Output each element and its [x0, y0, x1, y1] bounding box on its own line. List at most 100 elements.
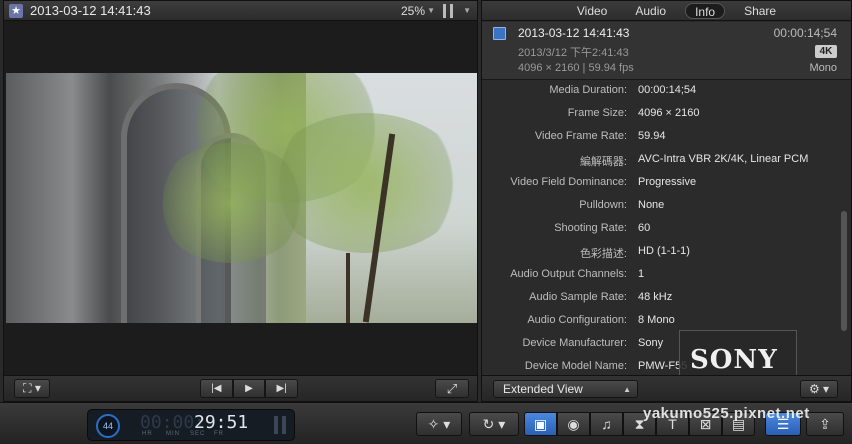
property-label: Audio Output Channels: [510, 268, 627, 280]
tab-share[interactable]: Share [735, 1, 785, 20]
property-row: Video Frame Rate: 59.94 [482, 130, 842, 146]
timecode-units: HR MIN SEC FR [142, 431, 238, 437]
chevron-down-icon[interactable]: ▼ [463, 6, 471, 15]
property-label: Pulldown: [579, 199, 627, 211]
photo-video-button[interactable]: ▣ [524, 412, 557, 436]
skip-back-icon: |◀ [211, 383, 222, 394]
transform-button[interactable]: ⛶ ▾ [14, 379, 50, 398]
property-label: Shooting Rate: [554, 222, 627, 234]
skip-forward-button[interactable]: ▶| [265, 379, 299, 398]
fullscreen-button[interactable]: ⤢ [435, 379, 469, 398]
timecode-digits: 29:51 [194, 412, 249, 433]
photos-button[interactable]: ◉ [557, 412, 590, 436]
summary-title: 2013-03-12 14:41:43 [518, 26, 630, 40]
property-row: Shooting Rate: 60 [482, 222, 842, 238]
retime-button[interactable]: ↻ ▾ [469, 412, 519, 436]
resolution-badge: 4K [815, 45, 837, 58]
property-value: 60 [638, 222, 651, 234]
share-icon: ⇪ [819, 416, 831, 432]
property-value: AVC-Intra VBR 2K/4K, Linear PCM [638, 153, 809, 165]
music-icon: ♫ [601, 416, 612, 432]
summary-date: 2013/3/12 下午2:41:43 [518, 47, 629, 59]
bottom-toolbar: 44 00:00: 29:51 HR MIN SEC FR ✧ ▾ ↻ ▾ ▣ ◉ ♫… [0, 402, 852, 444]
timecode-unit: HR [142, 431, 153, 437]
settings-button[interactable]: ⚙ ▾ [800, 380, 838, 398]
summary-audio: Mono [809, 62, 837, 74]
summary-duration: 00:00:14;54 [773, 26, 837, 40]
photo-video-icon: ▣ [533, 416, 548, 432]
tab-audio[interactable]: Audio [626, 1, 675, 20]
property-label: Frame Size: [567, 107, 627, 119]
property-value: 4096 × 2160 [638, 107, 700, 119]
music-button[interactable]: ♫ [590, 412, 623, 436]
property-value: None [638, 199, 665, 211]
property-value: Sony [638, 337, 664, 349]
property-row: Frame Size: 4096 × 2160 [482, 107, 842, 123]
property-value: 59.94 [638, 130, 666, 142]
transform-icon: ⛶ [23, 381, 32, 395]
chevron-down-icon[interactable]: ▼ [427, 6, 435, 15]
inspector-panel: Video Audio Info Share 2013-03-12 14:41:… [481, 0, 852, 410]
property-value: 8 Mono [638, 314, 675, 326]
property-label: Audio Configuration: [527, 314, 627, 326]
fullscreen-icon: ⤢ [446, 381, 458, 396]
property-row: Video Field Dominance: Progressive [482, 176, 842, 192]
timecode-unit: SEC [190, 431, 206, 437]
property-row: Audio Sample Rate: 48 kHz [482, 291, 842, 307]
property-label: Device Manufacturer: [522, 337, 627, 349]
view-options-icon[interactable] [443, 4, 453, 18]
metadata-view-select[interactable]: Extended View ▲▼ [493, 380, 638, 410]
property-value: 48 kHz [638, 291, 673, 303]
play-icon: ▶ [245, 383, 253, 394]
magic-wand-icon: ✧ [427, 416, 440, 432]
tab-info[interactable]: Info [685, 3, 726, 19]
metadata-view-label: Extended View [503, 382, 583, 396]
inspector-tabs: Video Audio Info Share [482, 1, 851, 21]
share-button[interactable]: ⇪ [806, 412, 844, 436]
camera-icon: ◉ [567, 416, 580, 432]
enhancements-button[interactable]: ✧ ▾ [416, 412, 462, 436]
pause-icon [274, 416, 286, 434]
property-label: 編解碼器: [579, 156, 627, 168]
video-frame[interactable] [6, 73, 477, 323]
retime-icon: ↻ [482, 416, 495, 432]
video-foliage [156, 143, 306, 263]
property-label: Video Field Dominance: [510, 176, 627, 188]
skip-back-button[interactable]: |◀ [200, 379, 233, 398]
property-label: Media Duration: [549, 84, 627, 96]
watermark-text: yakumo525.pixnet.net [643, 405, 810, 422]
viewer-footer: ⛶ ▾ |◀ ▶ ▶| ⤢ [4, 375, 477, 401]
transport-controls: |◀ ▶ ▶| [200, 379, 299, 398]
inspector-footer: Extended View ▲▼ ⚙ ▾ [482, 375, 851, 410]
property-row: Audio Configuration: 8 Mono [482, 314, 842, 330]
viewer-clip-title: 2013-03-12 14:41:43 [30, 3, 151, 18]
viewer-header: ★ 2013-03-12 14:41:43 25% ▼ ▼ [4, 1, 477, 21]
summary-format: 4096 × 2160 | 59.94 fps [518, 62, 634, 74]
play-button[interactable]: ▶ [232, 379, 266, 398]
property-row: 編解碼器: AVC-Intra VBR 2K/4K, Linear PCM [482, 153, 842, 169]
property-label: Video Frame Rate: [534, 130, 627, 142]
property-value: HD (1-1-1) [638, 245, 690, 257]
sony-logo-text: SONY [690, 345, 778, 375]
gear-icon: ⚙ [808, 382, 820, 396]
tab-video[interactable]: Video [568, 1, 616, 20]
timecode-unit: FR [214, 431, 224, 437]
property-label: 色彩描述: [579, 248, 627, 260]
dashboard-timecode[interactable]: 44 00:00: 29:51 HR MIN SEC FR [87, 409, 295, 441]
viewer-panel: ★ 2013-03-12 14:41:43 25% ▼ ▼ ⛶ ▾ |◀ ▶ ▶… [3, 0, 478, 402]
property-label: Audio Sample Rate: [529, 291, 627, 303]
zoom-level[interactable]: 25% [401, 4, 425, 18]
background-progress-indicator[interactable]: 44 [96, 414, 120, 438]
property-value: Progressive [638, 176, 697, 188]
property-row: Audio Output Channels: 1 [482, 268, 842, 284]
property-row: Media Duration: 00:00:14;54 [482, 84, 842, 100]
film-icon [493, 27, 506, 40]
property-row: Pulldown: None [482, 199, 842, 215]
star-icon[interactable]: ★ [9, 4, 23, 18]
property-label: Device Model Name: [524, 360, 627, 372]
property-value: 00:00:14;54 [638, 84, 697, 96]
property-row: 色彩描述: HD (1-1-1) [482, 245, 842, 261]
timecode-unit: MIN [166, 431, 180, 437]
video-lamp-post [346, 253, 350, 323]
inspector-scrollbar[interactable] [841, 211, 847, 331]
